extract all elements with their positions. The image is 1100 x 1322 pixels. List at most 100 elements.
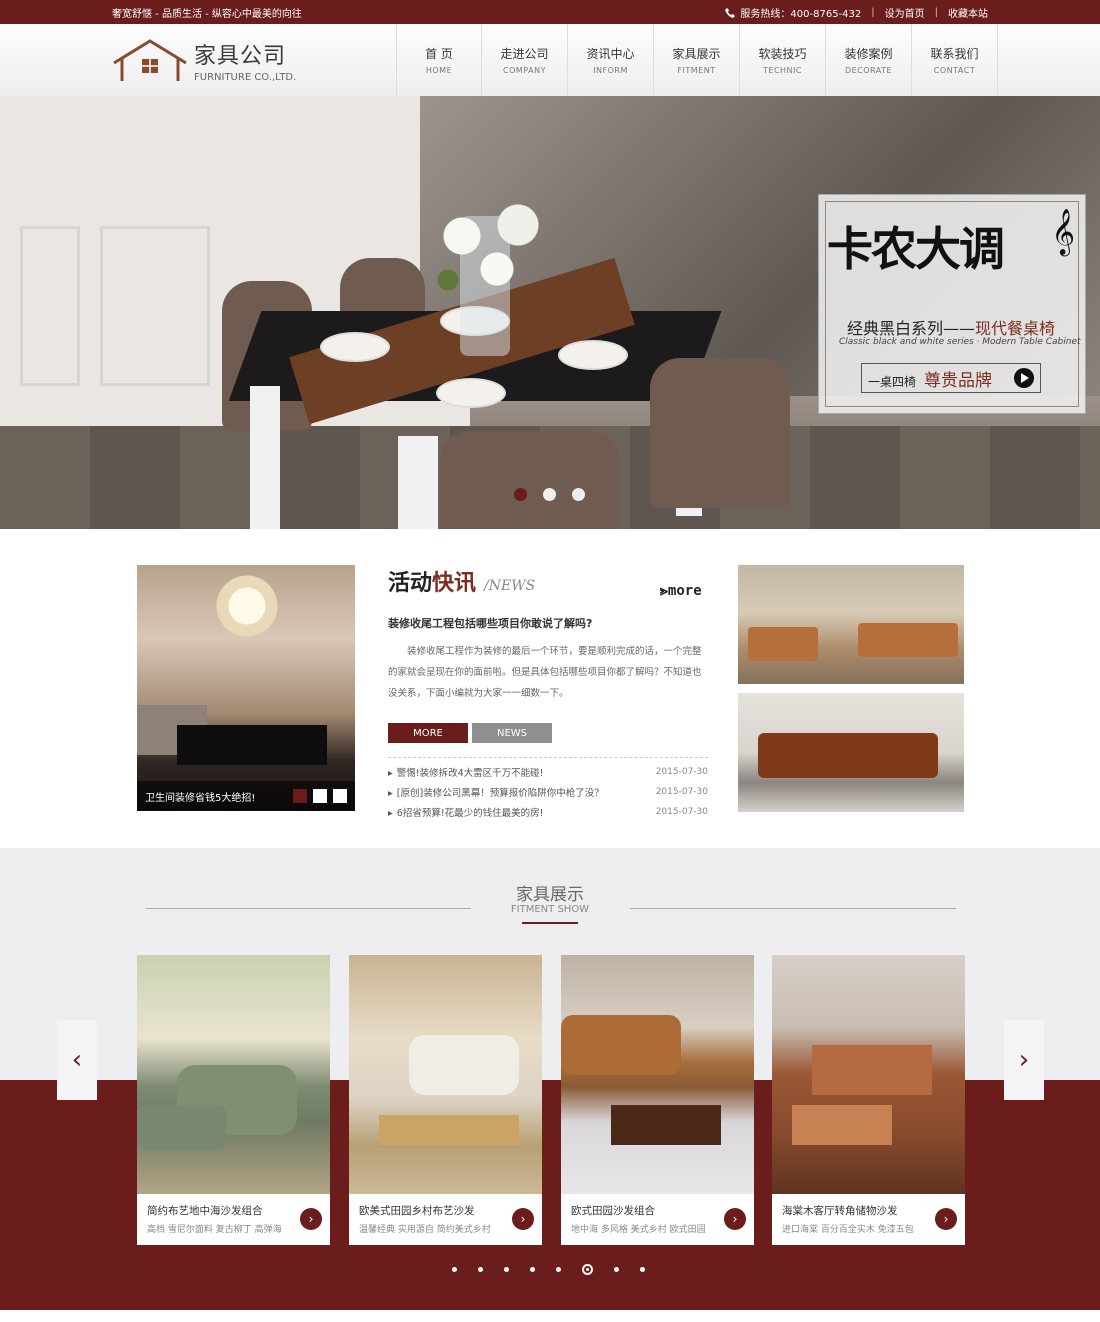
nav-label: 家具展示 — [672, 47, 721, 61]
news-more-link[interactable]: ⪢more — [660, 583, 702, 599]
nav-home[interactable]: 首 页 HOME — [396, 24, 482, 96]
promo-subtitle-a: 经典黑白系列—— — [847, 319, 976, 338]
news-headline[interactable]: 装修收尾工程包括哪些项目你敢说了解吗? — [388, 615, 708, 631]
nav-technic[interactable]: 软装技巧 TECHNIC — [740, 24, 826, 96]
plate — [558, 340, 628, 370]
news-side-image[interactable] — [738, 693, 964, 812]
wall-panel — [100, 226, 210, 386]
promo-btn-main: 尊贵品牌 — [924, 370, 993, 391]
logo[interactable]: 家具公司 FURNITURE CO.,LTD. — [112, 37, 402, 83]
coffee-table — [611, 1105, 721, 1145]
banner-dot[interactable] — [514, 488, 527, 501]
carousel-dot[interactable] — [614, 1267, 619, 1272]
carousel-dot[interactable] — [478, 1267, 483, 1272]
hotline: 服务热线：400-8765-432 — [724, 5, 861, 20]
product-card[interactable]: 海棠木客厅转角储物沙发 进口海棠 百分百全实木 免漆五包 › — [772, 955, 965, 1245]
product-card[interactable]: 简约布艺地中海沙发组合 高档 雪尼尔面料 复古柳丁 高弹海 › — [137, 955, 330, 1245]
promo-subtitle: 经典黑白系列——现代餐桌椅 — [847, 315, 1055, 339]
slide-indicator[interactable] — [293, 789, 307, 803]
carousel-dot[interactable] — [582, 1264, 593, 1275]
promo-box[interactable]: 卡农大调 𝄞 经典黑白系列——现代餐桌椅 Classic black and w… — [818, 194, 1086, 414]
ottoman — [137, 1105, 227, 1150]
nav-sublabel: HOME — [425, 66, 453, 75]
nav-fitment[interactable]: 家具展示 FITMENT — [654, 24, 740, 96]
carousel-dot[interactable] — [556, 1267, 561, 1272]
chevron-right-icon[interactable]: › — [300, 1208, 322, 1230]
promo-script: Classic black and white series · Modern … — [839, 337, 1081, 347]
title-rule-right — [630, 908, 956, 909]
promo-button[interactable]: 一桌四椅 尊贵品牌 — [861, 363, 1041, 393]
caption-controls — [293, 789, 347, 803]
promo-subtitle-b: 现代餐桌椅 — [975, 319, 1056, 338]
slide-indicator[interactable] — [313, 789, 327, 803]
fitment-title: 家具展示 — [516, 885, 584, 905]
nav-decorate[interactable]: 装修案例 DECORATE — [826, 24, 912, 96]
slide-indicator[interactable] — [333, 789, 347, 803]
news-item[interactable]: 警惕!装修拆改4大雷区千万不能碰! 2015-07-30 — [388, 762, 708, 782]
news-item-title: 6招省预算!花最少的钱住最美的房! — [388, 805, 544, 819]
plate — [436, 378, 506, 408]
hero-banner[interactable]: 卡农大调 𝄞 经典黑白系列——现代餐桌椅 Classic black and w… — [0, 96, 1100, 529]
product-tags: 进口海棠 百分百全实木 免漆五包 — [782, 1225, 914, 1235]
logo-en: FURNITURE CO.,LTD. — [194, 71, 297, 83]
sofa — [561, 1015, 681, 1075]
flowers — [420, 192, 560, 302]
banner-dot[interactable] — [572, 488, 585, 501]
main-nav: 首 页 HOME 走进公司 COMPANY 资讯中心 INFORM 家具展示 F… — [396, 24, 998, 96]
next-arrow-icon[interactable]: › — [1004, 1020, 1044, 1100]
product-name: 欧美式田园乡村布艺沙发 — [359, 1205, 475, 1217]
more-button[interactable]: MORE — [388, 723, 468, 743]
divider: | — [871, 6, 875, 18]
slogan: 奢宽舒惬 - 品质生活 - 纵容心中最美的向往 — [112, 8, 302, 20]
news-title-a: 活动 — [388, 570, 433, 596]
news-buttons: MORE NEWS — [388, 723, 708, 743]
news-feature-image[interactable]: 卫生间装修省钱5大绝招! — [137, 565, 355, 811]
news-item[interactable]: [原创]装修公司黑幕！预算报价陷阱你中枪了没？ 2015-07-30 — [388, 782, 708, 802]
play-icon — [1014, 368, 1034, 388]
chair — [440, 431, 620, 529]
chevron-right-icon[interactable]: › — [724, 1208, 746, 1230]
product-info: 欧式田园沙发组合 地中海 多风格 美式乡村 欧式田园 › — [561, 1194, 754, 1245]
news-side-image[interactable] — [738, 565, 964, 684]
news-section: 卫生间装修省钱5大绝招! 活动 快讯 /NEWS 装修收尾工程包括哪些项目你敢说… — [0, 529, 1100, 847]
news-title-b: 快讯 — [432, 570, 477, 596]
carousel-dot[interactable] — [504, 1267, 509, 1272]
chevron-right-icon[interactable]: › — [512, 1208, 534, 1230]
prev-arrow-icon[interactable]: ‹ — [57, 1020, 97, 1100]
title-underline — [522, 922, 578, 924]
image-caption[interactable]: 卫生间装修省钱5大绝招! — [145, 789, 255, 804]
nav-sublabel: INFORM — [593, 66, 628, 75]
promo-headline: 卡农大调 — [827, 222, 1005, 276]
news-title-en: /NEWS — [484, 578, 536, 594]
carousel-dot[interactable] — [452, 1267, 457, 1272]
carousel-dot[interactable] — [640, 1267, 645, 1272]
product-info: 海棠木客厅转角储物沙发 进口海棠 百分百全实木 免漆五包 › — [772, 1194, 965, 1245]
product-card[interactable]: 欧美式田园乡村布艺沙发 温馨经典 实用源自 简约美式乡村 › — [349, 955, 542, 1245]
divider: | — [934, 6, 938, 18]
set-home-link[interactable]: 设为首页 — [885, 5, 925, 20]
nav-company[interactable]: 走进公司 COMPANY — [482, 24, 568, 96]
chair — [650, 358, 790, 508]
banner-dots — [514, 488, 585, 501]
product-image — [349, 955, 542, 1194]
sofa — [858, 623, 958, 657]
bookmark-link[interactable]: 收藏本站 — [948, 5, 988, 20]
product-card[interactable]: 欧式田园沙发组合 地中海 多风格 美式乡村 欧式田园 › — [561, 955, 754, 1245]
news-list: 警惕!装修拆改4大雷区千万不能碰! 2015-07-30 [原创]装修公司黑幕！… — [388, 757, 708, 822]
nav-label: 资讯中心 — [586, 47, 635, 61]
news-button[interactable]: NEWS — [472, 723, 552, 743]
nav-label: 软装技巧 — [758, 47, 807, 61]
chevron-right-icon[interactable]: › — [935, 1208, 957, 1230]
carousel-dot[interactable] — [530, 1267, 535, 1272]
news-item[interactable]: 6招省预算!花最少的钱住最美的房! 2015-07-30 — [388, 802, 708, 822]
logo-cn: 家具公司 — [194, 43, 287, 69]
nav-contact[interactable]: 联系我们 CONTACT — [912, 24, 998, 96]
news-item-date: 2015-07-30 — [655, 807, 708, 817]
drawer — [792, 1105, 892, 1145]
plate — [320, 332, 390, 362]
product-info: 欧美式田园乡村布艺沙发 温馨经典 实用源自 简约美式乡村 › — [349, 1194, 542, 1245]
drawer — [812, 1045, 932, 1095]
nav-inform[interactable]: 资讯中心 INFORM — [568, 24, 654, 96]
nav-label: 首 页 — [425, 47, 453, 61]
banner-dot[interactable] — [543, 488, 556, 501]
